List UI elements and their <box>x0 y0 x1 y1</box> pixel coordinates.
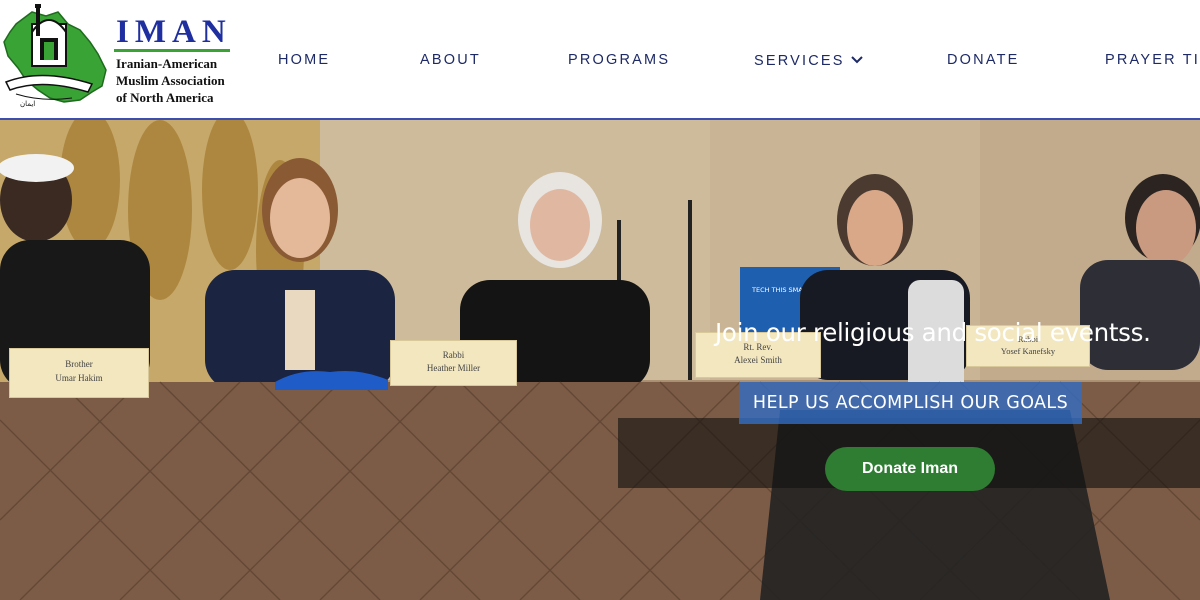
name-card-name: Alexei Smith <box>734 355 782 365</box>
nav-item-services-label: SERVICES <box>754 53 845 69</box>
brand-subtitle-line: of North America <box>116 90 214 105</box>
nav-item-home[interactable]: HOME <box>278 52 330 68</box>
nav-item-programs[interactable]: PROGRAMS <box>568 52 670 68</box>
name-card-title: Rabbi <box>442 350 465 360</box>
brand-subtitle-line: Muslim Association <box>116 73 225 88</box>
nav-item-services[interactable]: SERVICES <box>754 52 863 69</box>
name-card-name: Umar Hakim <box>55 373 103 383</box>
nav-item-prayer-times[interactable]: PRAYER TIMES <box>1105 52 1200 68</box>
donate-iman-button[interactable]: Donate Iman <box>825 447 995 491</box>
name-card-name: Heather Miller <box>426 363 481 373</box>
name-card-title: Brother <box>65 359 93 369</box>
svg-text:ایمان: ایمان <box>20 100 35 108</box>
name-card: Rabbi Heather Miller <box>390 340 517 386</box>
site-header: ایمان IMAN Iranian-American Muslim Assoc… <box>0 0 1200 120</box>
nav-item-about[interactable]: ABOUT <box>420 52 481 68</box>
name-card: Brother Umar Hakim <box>9 348 149 398</box>
chevron-down-icon <box>850 52 863 68</box>
hero-tagline: Join our religious and social eventss. <box>715 318 1151 347</box>
brand-name[interactable]: IMAN <box>116 14 232 51</box>
main-nav: HOME ABOUT PROGRAMS SERVICES DONATE PRAY… <box>0 52 1200 72</box>
hero-banner: TECH THIS SMART IS A WISE CHOICE <box>0 120 1200 600</box>
accomplish-goals-button[interactable]: HELP US ACCOMPLISH OUR GOALS <box>739 382 1082 424</box>
nav-item-donate[interactable]: DONATE <box>947 52 1020 68</box>
